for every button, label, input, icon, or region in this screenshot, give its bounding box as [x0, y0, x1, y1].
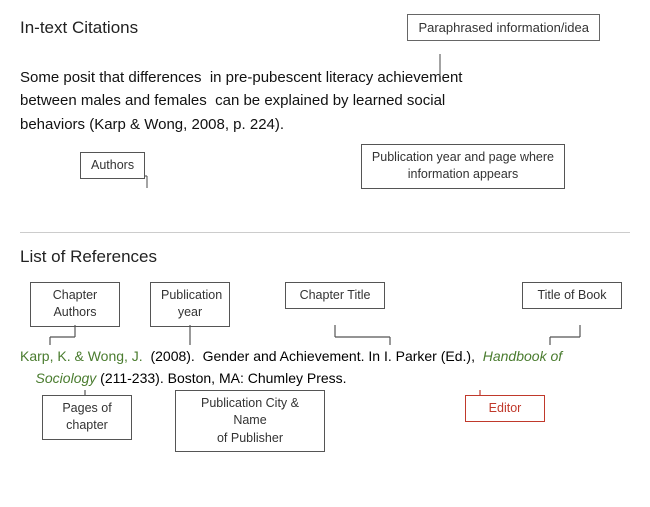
editor-box: Editor	[465, 395, 545, 423]
pub-year-ref-label: Publicationyear	[161, 288, 222, 320]
chapter-title-box: Chapter Title	[285, 282, 385, 310]
chapter-authors-label: ChapterAuthors	[53, 288, 97, 320]
ref-annotations-bottom: Pages ofchapter Publication City & Nameo…	[20, 390, 630, 460]
ref-container: ChapterAuthors Publicationyear Chapter T…	[20, 277, 630, 460]
ref-annotations-top: ChapterAuthors Publicationyear Chapter T…	[20, 277, 630, 345]
citation-line1: Some posit that differences in pre-pubes…	[20, 69, 462, 86]
page: In-text Citations Paraphrased informatio…	[0, 0, 650, 478]
pub-city-label: Publication City & Nameof Publisher	[201, 396, 299, 445]
citation-line2: between males and females can be explain…	[20, 92, 445, 109]
chapter-authors-box: ChapterAuthors	[30, 282, 120, 327]
paraphrased-box: Paraphrased information/idea	[407, 14, 600, 41]
ref-text: Karp, K. & Wong, J. (2008). Gender and A…	[20, 345, 630, 390]
section-divider	[20, 232, 630, 233]
authors-box: Authors	[80, 152, 145, 180]
intext-section: In-text Citations Paraphrased informatio…	[20, 18, 630, 214]
pub-year-label: Publication year and page whereinformati…	[372, 150, 554, 182]
ref-year: (2008). Gender and Achievement. In I. Pa…	[147, 348, 483, 364]
pub-year-ref-box: Publicationyear	[150, 282, 230, 327]
references-title: List of References	[20, 247, 630, 267]
ref-authors: Karp, K. & Wong, J.	[20, 348, 143, 364]
intext-annotations: Authors Publication year and page wherei…	[20, 144, 630, 214]
title-book-box: Title of Book	[522, 282, 622, 310]
citation-text: Some posit that differences in pre-pubes…	[20, 66, 630, 136]
pages-box: Pages ofchapter	[42, 395, 132, 440]
pub-city-box: Publication City & Nameof Publisher	[175, 390, 325, 453]
pages-label: Pages ofchapter	[62, 401, 111, 433]
references-section: List of References ChapterAuthors Public…	[20, 247, 630, 460]
pub-year-box: Publication year and page whereinformati…	[361, 144, 565, 189]
ref-pages: (211-233). Boston, MA: Chumley Press.	[100, 370, 346, 386]
citation-line3: behaviors (Karp & Wong, 2008, p. 224).	[20, 116, 284, 133]
